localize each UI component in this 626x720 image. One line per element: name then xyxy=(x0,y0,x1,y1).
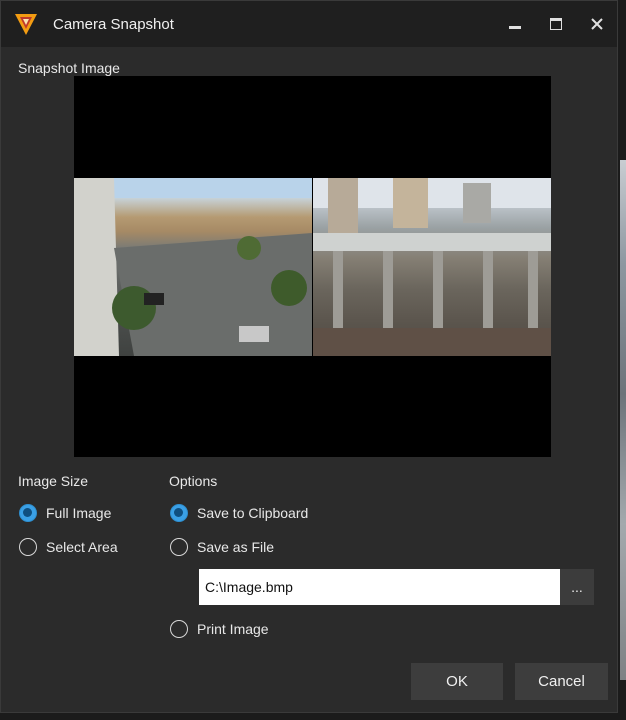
browse-button[interactable]: ... xyxy=(560,569,594,605)
radio-unchecked-icon xyxy=(170,620,188,638)
window-controls xyxy=(494,1,617,47)
maximize-button[interactable] xyxy=(535,1,576,47)
title-bar[interactable]: Camera Snapshot xyxy=(1,1,617,47)
cancel-button[interactable]: Cancel xyxy=(515,663,608,700)
save-as-file-label: Save as File xyxy=(197,539,275,555)
railway-scene xyxy=(313,178,551,356)
save-as-file-radio[interactable]: Save as File xyxy=(170,538,274,556)
save-to-clipboard-label: Save to Clipboard xyxy=(197,505,309,521)
close-icon xyxy=(590,18,603,30)
image-size-label: Image Size xyxy=(18,473,89,489)
select-area-label: Select Area xyxy=(46,539,118,555)
parking-lot-scene xyxy=(74,178,312,356)
close-button[interactable] xyxy=(576,1,617,47)
background-desktop-right xyxy=(620,160,626,680)
full-image-radio[interactable]: Full Image xyxy=(19,504,111,522)
radio-unchecked-icon xyxy=(19,538,37,556)
camera-feed-image-2 xyxy=(313,178,551,356)
radio-checked-icon xyxy=(170,504,188,522)
full-image-label: Full Image xyxy=(46,505,112,521)
minimize-button[interactable] xyxy=(494,1,535,47)
save-to-clipboard-radio[interactable]: Save to Clipboard xyxy=(170,504,308,522)
camera-feed-image xyxy=(74,178,312,356)
maximize-icon xyxy=(549,18,562,30)
print-image-radio[interactable]: Print Image xyxy=(170,620,269,638)
print-image-label: Print Image xyxy=(197,621,269,637)
radio-unchecked-icon xyxy=(170,538,188,556)
file-path-input[interactable]: C:\Image.bmp xyxy=(199,569,560,605)
select-area-radio[interactable]: Select Area xyxy=(19,538,118,556)
ok-button[interactable]: OK xyxy=(411,663,503,700)
camera-snapshot-dialog: Camera Snapshot Snapshot Image Image Siz… xyxy=(0,0,618,713)
window-title: Camera Snapshot xyxy=(53,15,174,33)
snapshot-image-label: Snapshot Image xyxy=(18,60,120,76)
options-label: Options xyxy=(169,473,218,489)
snapshot-preview xyxy=(74,76,551,457)
radio-checked-icon xyxy=(19,504,37,522)
app-logo-icon xyxy=(15,14,37,35)
minimize-icon xyxy=(508,26,521,29)
